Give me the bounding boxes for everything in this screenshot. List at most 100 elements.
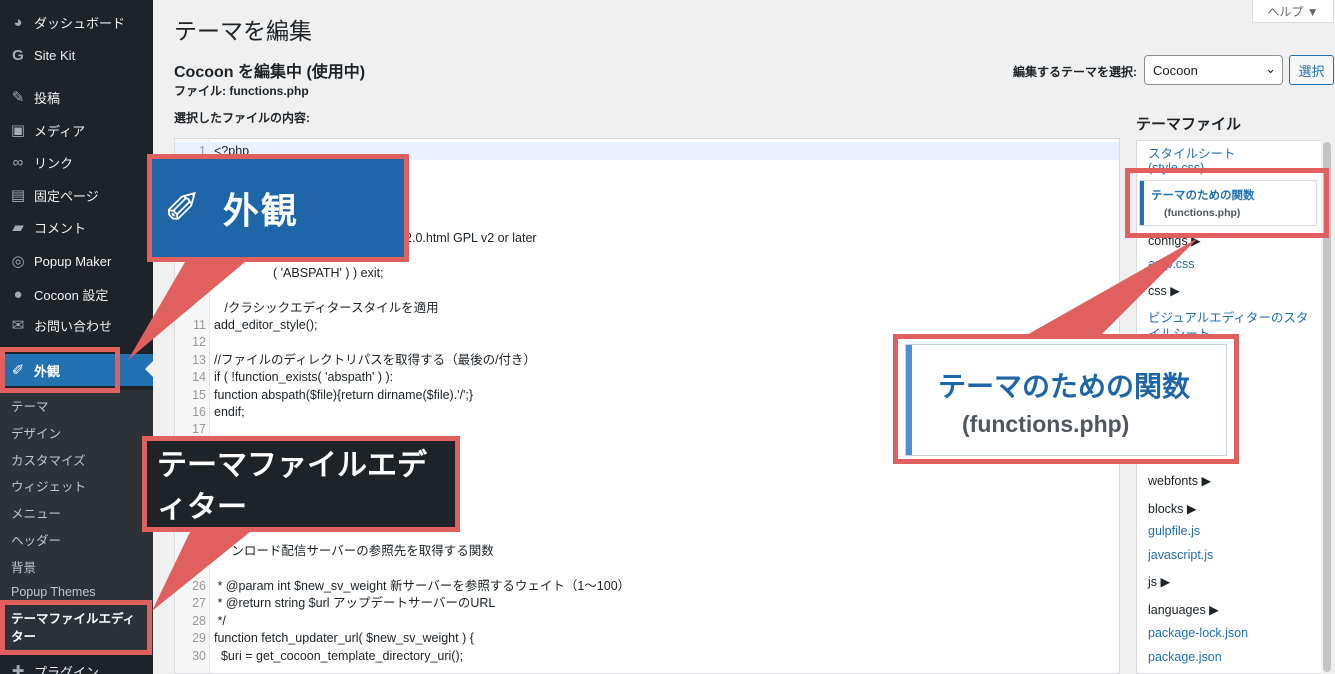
help-tab[interactable]: ヘルプ ▼ [1252, 0, 1334, 23]
file-link-item[interactable]: package.json [1148, 650, 1222, 664]
menu-label: リンク [34, 155, 74, 171]
menu-item-links[interactable]: ∞ リンク [0, 147, 153, 177]
callout-functions-file: (functions.php) [962, 411, 1130, 437]
menu-item-media[interactable]: ▣ メディア [0, 115, 153, 145]
submenu-item-menus[interactable]: メニュー [11, 503, 61, 522]
submenu-item-design[interactable]: デザイン [11, 423, 61, 442]
line-number: 28 [192, 613, 206, 628]
menu-item-site-kit[interactable]: G Site Kit [0, 40, 153, 70]
submenu-item-customize[interactable]: カスタマイズ [11, 450, 86, 469]
menu-label: プラグイン [34, 664, 100, 674]
file-link-item[interactable]: gulpfile.js [1148, 524, 1200, 538]
code-text: function fetch_updater_url( $new_sv_weig… [214, 631, 474, 646]
line-number: 11 [193, 318, 206, 332]
menu-item-posts[interactable]: ✎ 投稿 [0, 82, 153, 112]
menu-item-plugins[interactable]: ✚ プラグイン [0, 656, 153, 674]
menu-item-comments[interactable]: ▰ コメント [0, 212, 153, 242]
file-link-item[interactable]: package-lock.json [1148, 626, 1248, 640]
line-number: 12 [192, 335, 206, 350]
mail-icon: ✉ [11, 317, 25, 334]
submenu-item-header[interactable]: ヘッダー [11, 530, 61, 549]
line-number: 29 [192, 631, 206, 646]
plugin-icon: ✚ [11, 663, 25, 674]
callout-functions: テーマのための関数 (functions.php) [893, 334, 1239, 464]
code-line: 30 $uri = get_cocoon_template_directory_… [175, 647, 1119, 665]
submenu-item-background[interactable]: 背景 [11, 557, 36, 576]
cocoon-icon: ● [13, 285, 23, 303]
popup-icon: ◎ [11, 253, 25, 270]
file-folder-item[interactable]: languages ▶ [1148, 602, 1219, 617]
code-text: //ファイルのディレクトリパスを取得する（最後の/付き） [214, 352, 537, 367]
callout-functions-title: テーマのための関数 [938, 371, 1191, 402]
brush-icon: ✐ [164, 183, 201, 233]
line-number: 30 [192, 648, 206, 663]
file-folder-item[interactable]: css ▶ [1148, 283, 1180, 298]
menu-label: Site Kit [34, 47, 76, 63]
menu-label: 投稿 [34, 90, 61, 106]
menu-item-pages[interactable]: ▤ 固定ページ [0, 180, 153, 210]
code-line: 28 */ [175, 612, 1119, 630]
code-line: 2 ンロード配信サーバーの参照先を取得する関数 [175, 542, 1119, 560]
file-content-label: 選択したファイルの内容: [174, 111, 310, 125]
page-title: テーマを編集 [174, 18, 312, 44]
line-number: 14 [192, 370, 206, 385]
line-number: 16 [192, 405, 206, 419]
file-folder-item[interactable]: webfonts ▶ [1148, 473, 1211, 488]
code-text: */ [214, 613, 226, 628]
menu-item-contact[interactable]: ✉ お問い合わせ [0, 310, 153, 340]
menu-label: 固定ページ [34, 188, 99, 204]
code-text: function abspath($file){return dirname($… [214, 387, 474, 402]
file-folder-item[interactable]: blocks ▶ [1148, 501, 1197, 516]
code-text: add_editor_style(); [214, 318, 318, 332]
menu-item-popup-maker[interactable]: ◎ Popup Maker [0, 246, 153, 276]
menu-item-cocoon-settings[interactable]: ● Cocoon 設定 [0, 279, 153, 309]
file-link-item[interactable]: スタイルシート [1148, 143, 1236, 162]
file-link-item[interactable]: amp.css [1148, 257, 1195, 271]
code-text: if ( !function_exists( 'abspath' ) ): [214, 370, 394, 385]
code-text: ンロード配信サーバーの参照先を取得する関数 [214, 544, 494, 559]
menu-label: メディア [34, 123, 86, 139]
code-line: 26 * @param int $new_sv_weight 新サーバーを参照す… [175, 577, 1119, 595]
code-text: * @param int $new_sv_weight 新サーバーを参照するウェ… [214, 579, 631, 593]
page-icon: ▤ [10, 187, 26, 204]
file-folder-item[interactable]: js ▶ [1148, 574, 1170, 589]
line-number: 2 [199, 544, 206, 559]
google-g-icon: G [12, 46, 24, 64]
media-icon: ▣ [10, 122, 26, 139]
highlight-functions-file [1125, 168, 1329, 238]
line-number: 27 [192, 596, 206, 611]
line-number: 15 [192, 387, 206, 402]
code-text: ( 'ABSPATH' ) ) exit; [214, 265, 384, 280]
menu-label: Cocoon 設定 [34, 287, 109, 303]
current-file-label: ファイル: functions.php [174, 84, 309, 98]
chevron-down-icon: ⌄ [1265, 61, 1276, 76]
menu-label: Popup Maker [34, 253, 112, 269]
menu-label: コメント [34, 220, 87, 236]
code-line: /クラシックエディタースタイルを適用 [175, 299, 1119, 317]
callout-editor-text: テーマファイルエディター [157, 449, 427, 524]
submenu-item-themes[interactable]: テーマ [11, 396, 49, 415]
code-text: /クラシックエディタースタイルを適用 [214, 300, 439, 315]
admin-sidebar: ◕ ダッシュボード G Site Kit ✎ 投稿 ▣ メディア ∞ リンク ▤… [0, 0, 153, 674]
submenu-item-popup-themes[interactable]: Popup Themes [11, 585, 96, 599]
callout-functions-card: テーマのための関数 (functions.php) [906, 345, 1226, 455]
theme-select[interactable]: Cocoon ⌄ [1144, 55, 1283, 85]
code-line: 11 add_editor_style(); [175, 316, 1119, 334]
callout-appearance: ✐ 外観 [147, 154, 409, 262]
comment-icon: ▰ [12, 219, 24, 236]
active-indicator-arrow [145, 361, 153, 377]
pin-icon: ✎ [11, 89, 25, 106]
highlight-theme-file-editor [0, 600, 152, 655]
editing-heading: Cocoon を編集中 (使用中) [174, 64, 366, 81]
select-theme-button[interactable]: 選択 [1289, 55, 1334, 85]
file-link-item[interactable]: javascript.js [1148, 548, 1213, 562]
menu-item-dashboard[interactable]: ◕ ダッシュボード [0, 7, 153, 37]
submenu-item-widgets[interactable]: ウィジェット [11, 476, 86, 495]
highlight-appearance-menu [0, 347, 120, 393]
code-line: 29 function fetch_updater_url( $new_sv_we… [175, 629, 1119, 647]
code-text: endif; [214, 405, 245, 419]
code-text: $uri = get_cocoon_template_directory_uri… [214, 648, 464, 663]
theme-select-value: Cocoon [1153, 62, 1198, 78]
